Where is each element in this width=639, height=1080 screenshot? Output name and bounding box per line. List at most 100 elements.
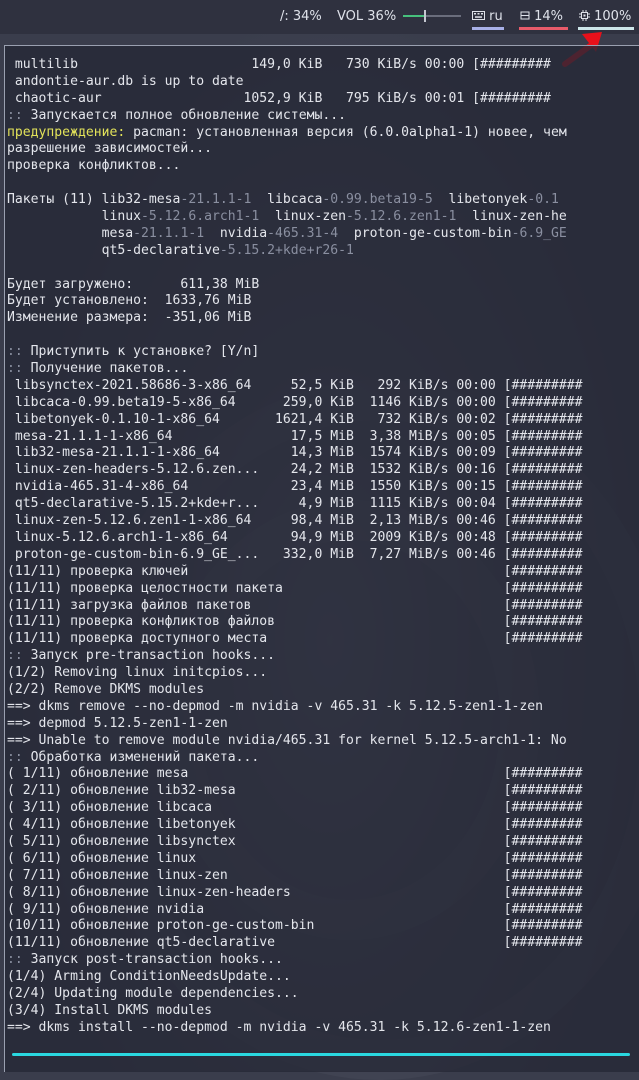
memory-icon (520, 11, 530, 20)
terminal-text: ( 4/11) обновление libetonyek [######### (7, 817, 583, 833)
terminal-line: lib32-mesa-21.1.1-1-x86_64 14,3 MiB 1574… (7, 445, 583, 462)
memory-widget[interactable]: 14% (520, 9, 563, 24)
volume-slider-fill (403, 15, 424, 17)
terminal-line: ( 8/11) обновление linux-zen-headers [##… (7, 885, 582, 902)
terminal-text: qt5-declarative-5.15.2+kde+r... 4,9 MiB … (7, 496, 583, 512)
terminal-text: Приступить к установке? [Y/n] (22, 344, 260, 360)
terminal-line: Пакеты (11) lib32-mesa-21.1.1-1 libcaca-… (7, 192, 582, 209)
terminal-text: проверка конфликтов... (7, 158, 181, 174)
terminal-text: (2/2) Remove DKMS modules (7, 681, 205, 697)
volume-label[interactable]: VOL 36% (337, 9, 396, 24)
terminal-text: -0.1 (527, 192, 559, 208)
terminal-text: (1/4) Arming ConditionNeedsUpdate... (7, 969, 291, 985)
terminal-line: (1/2) Removing linux initcpios... (7, 665, 582, 682)
terminal-line: nvidia-465.31-4-x86_64 23,4 MiB 1550 KiB… (7, 479, 583, 496)
terminal-text: :: (7, 952, 23, 968)
terminal-line: ==> depmod 5.12.5-zen1-1-zen (7, 716, 582, 733)
terminal-text: (11/11) обновление qt5-declarative [####… (7, 935, 583, 951)
cpu-icon (579, 10, 590, 21)
terminal-text: -5.12.6.arch1-1 (141, 209, 260, 225)
terminal-text: -5.15.2+kde+r26-1 (219, 242, 354, 258)
terminal-text: linux-zen-5.12.6.zen1-1-x86_64 98,4 MiB … (7, 513, 583, 529)
disk-usage-label: /: 34% (280, 9, 322, 24)
terminal-line: (11/11) проверка конфликтов файлов [####… (7, 614, 582, 631)
terminal-line: ( 1/11) обновление mesa [######### (7, 766, 582, 783)
terminal-line: ==> dkms remove --no-depmod -m nvidia -v… (7, 699, 582, 716)
terminal-text: :: (7, 648, 23, 664)
terminal-text: linux-zen-headers-5.12.6.zen... 24,2 MiB… (7, 462, 583, 478)
terminal-text: linux-zen (259, 209, 346, 225)
terminal-text: libcaca (251, 192, 323, 208)
terminal-line: :: Запускается полное обновление системы… (7, 108, 582, 125)
terminal-text: libetonyek (432, 192, 528, 208)
terminal-text: (10/11) обновление proton-ge-custom-bin … (7, 918, 583, 934)
terminal-line: linux-zen-headers-5.12.6.zen... 24,2 MiB… (7, 462, 583, 479)
terminal-line: ( 7/11) обновление linux-zen [######### (7, 868, 582, 885)
terminal-window[interactable]: multilib 149,0 KiB 730 KiB/s 00:00 [####… (4, 45, 639, 1072)
terminal-line: (11/11) проверка доступного места [#####… (7, 631, 582, 648)
terminal-text: (11/11) проверка целостности пакета [###… (7, 580, 583, 596)
terminal-text: libetonyek-0.1.10-1-x86_64 1621,4 KiB 73… (7, 411, 583, 427)
terminal-line: :: Запуск pre-transaction hooks... (7, 648, 582, 665)
terminal-line: libcaca-0.99.beta19-5-x86_64 259,0 KiB 1… (7, 395, 583, 412)
terminal-text: (11/11) проверка доступного места [#####… (7, 631, 583, 647)
terminal-text: ==> Unable to remove module nvidia/465.3… (7, 732, 567, 748)
terminal-text: Обработка изменений пакета... (22, 749, 260, 765)
terminal-text: ==> dkms remove --no-depmod -m nvidia -v… (7, 698, 544, 714)
terminal-text: (3/4) Install DKMS modules (7, 1002, 212, 1018)
terminal-text: libsynctex-2021.58686-3-x86_64 52,5 KiB … (7, 377, 583, 393)
terminal-text: ( 9/11) обновление nvidia [######### (7, 901, 583, 917)
terminal-text: -465.31-4 (267, 225, 339, 241)
terminal-text: linux-5.12.6.arch1-1-x86_64 94,9 MiB 200… (7, 529, 583, 545)
terminal-text: разрешение зависимостей... (7, 141, 212, 157)
cpu-widget[interactable]: 100% (579, 9, 631, 24)
terminal-line: linux-5.12.6.arch1-1 linux-zen-5.12.6.ze… (7, 209, 582, 226)
terminal-text: :: (7, 107, 23, 123)
keyboard-icon (472, 11, 485, 20)
terminal-text: ==> dkms install --no-depmod -m nvidia -… (7, 1019, 551, 1035)
terminal-line: libetonyek-0.1.10-1-x86_64 1621,4 KiB 73… (7, 411, 583, 429)
terminal-text: (1/2) Removing linux initcpios... (7, 665, 268, 681)
terminal-text: Будет установлено: 1633,76 MiB (7, 293, 252, 309)
terminal-line: (10/11) обновление proton-ge-custom-bin … (7, 918, 582, 935)
volume-slider-knob[interactable] (423, 10, 426, 22)
terminal-text: ( 1/11) обновление mesa [######### (7, 766, 583, 782)
terminal-text: qt5-declarative (7, 242, 220, 258)
terminal-line: multilib 149,0 KiB 730 KiB/s 00:00 [####… (7, 57, 582, 74)
terminal-text: :: (7, 749, 23, 765)
terminal-text: linux-zen-he (456, 209, 567, 225)
terminal-text: ( 3/11) обновление libcaca [######### (7, 800, 583, 816)
terminal-line: ( 9/11) обновление nvidia [######### (7, 902, 582, 919)
terminal-text: Запускается полное обновление системы... (22, 107, 346, 123)
terminal-line: :: Запуск post-transaction hooks... (7, 952, 582, 969)
terminal-text: Пакеты (11) lib32-mesa (7, 192, 181, 208)
terminal-text: :: (7, 361, 23, 377)
terminal-line: linux-5.12.6.arch1-1-x86_64 94,9 MiB 200… (7, 529, 583, 547)
terminal-text: nvidia (204, 225, 268, 241)
terminal-line: :: Приступить к установке? [Y/n] (7, 344, 582, 361)
terminal-text: linux (7, 209, 142, 225)
terminal-text: -6.9_GE (511, 225, 567, 241)
terminal-text: -5.12.6.zen1-1 (345, 209, 457, 225)
cpu-usage-label: 100% (594, 9, 632, 24)
terminal-line: (11/11) загрузка файлов пакетов [#######… (7, 598, 582, 615)
terminal-text: ( 7/11) обновление linux-zen [######### (7, 867, 583, 883)
terminal-text: (2/4) Updating module dependencies... (7, 985, 299, 1001)
terminal-text: Запуск pre-transaction hooks... (22, 648, 276, 664)
terminal-text: ( 5/11) обновление libsynctex [######### (7, 833, 583, 849)
terminal-text: ( 8/11) обновление linux-zen-headers [##… (7, 884, 583, 900)
terminal-text: (11/11) проверка конфликтов файлов [####… (7, 614, 583, 630)
terminal-line: linux-zen-5.12.6.zen1-1-x86_64 98,4 MiB … (7, 513, 583, 530)
terminal-line: ( 4/11) обновление libetonyek [######### (7, 817, 582, 834)
terminal-line: ( 3/11) обновление libcaca [######### (7, 800, 582, 817)
volume-slider[interactable] (403, 10, 461, 22)
terminal-text: Запуск post-transaction hooks... (22, 952, 283, 968)
terminal-text: Будет загружено: 611,38 MiB (7, 276, 260, 292)
terminal-output: multilib 149,0 KiB 730 KiB/s 00:00 [####… (7, 57, 582, 1037)
terminal-line: (2/2) Remove DKMS modules (7, 682, 582, 699)
keyboard-layout-widget[interactable]: ru (472, 9, 503, 24)
terminal-line: ( 2/11) обновление lib32-mesa [######### (7, 783, 582, 800)
terminal-line: (11/11) проверка целостности пакета [###… (7, 581, 582, 598)
